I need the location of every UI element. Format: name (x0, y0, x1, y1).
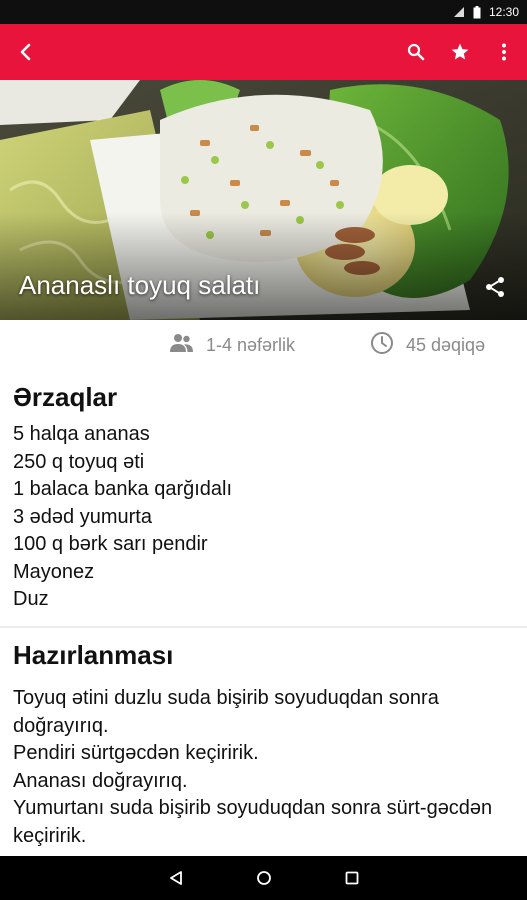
preparation-line: Toyuq ətini duzlu suda bişirib soyuduqda… (13, 687, 439, 737)
app-bar (0, 24, 527, 80)
duration-text: 45 dəqiqə (406, 334, 486, 355)
app-bar-actions (399, 36, 521, 68)
ingredient-item: 100 q bərk sarı pendir (13, 533, 208, 555)
preparation-line: Yumurtanı suda bişirib soyuduqdan sonra … (13, 797, 493, 847)
ingredients-heading: Ərzaqlar (13, 382, 118, 412)
ingredient-item: 5 halqa ananas (13, 423, 150, 445)
clock-icon (370, 331, 394, 360)
nav-back-icon[interactable] (162, 864, 190, 892)
nav-recents-icon[interactable] (338, 864, 366, 892)
preparation-line: Pendiri sürtgəcdən keçiririk. (13, 742, 259, 764)
preparation-text: Toyuq ətini duzlu suda bişirib soyuduqda… (13, 685, 518, 850)
servings-text: 1-4 nəfərlik (206, 334, 296, 355)
status-bar: 12:30 (0, 0, 527, 24)
search-icon[interactable] (399, 36, 433, 68)
more-vert-icon[interactable] (487, 36, 521, 68)
ingredient-item: Mayonez (13, 560, 95, 583)
section-divider (0, 626, 527, 628)
recipe-hero-image: Ananaslı toyuq salatı (0, 80, 527, 320)
preparation-section: Hazırlanması Toyuq ətini duzlu suda bişi… (13, 640, 518, 850)
servings-info: 1-4 nəfərlik (170, 333, 295, 358)
nav-home-icon[interactable] (250, 864, 278, 892)
share-icon[interactable] (481, 273, 509, 301)
ingredient-item: Duz (13, 588, 49, 610)
ingredient-item: 250 q toyuq əti (13, 450, 145, 473)
preparation-heading: Hazırlanması (13, 640, 174, 670)
signal-icon (453, 6, 465, 18)
system-nav-bar (0, 856, 527, 900)
ingredients-section: Ərzaqlar 5 halqa ananas 250 q toyuq əti … (13, 382, 513, 614)
star-icon[interactable] (443, 36, 477, 68)
duration-info: 45 dəqiqə (370, 331, 485, 360)
arrow-back-icon[interactable] (10, 36, 42, 68)
people-icon (170, 333, 194, 358)
recipe-meta: 1-4 nəfərlik 45 dəqiqə (0, 320, 527, 370)
preparation-line: Ananası doğrayırıq. (13, 769, 188, 792)
recipe-title: Ananaslı toyuq salatı (19, 270, 261, 300)
battery-icon (473, 5, 481, 19)
ingredients-list: 5 halqa ananas 250 q toyuq əti 1 balaca … (13, 421, 513, 614)
ingredient-item: 3 ədəd yumurta (13, 505, 152, 528)
ingredient-item: 1 balaca banka qarğıdalı (13, 478, 233, 500)
status-time: 12:30 (488, 5, 519, 19)
